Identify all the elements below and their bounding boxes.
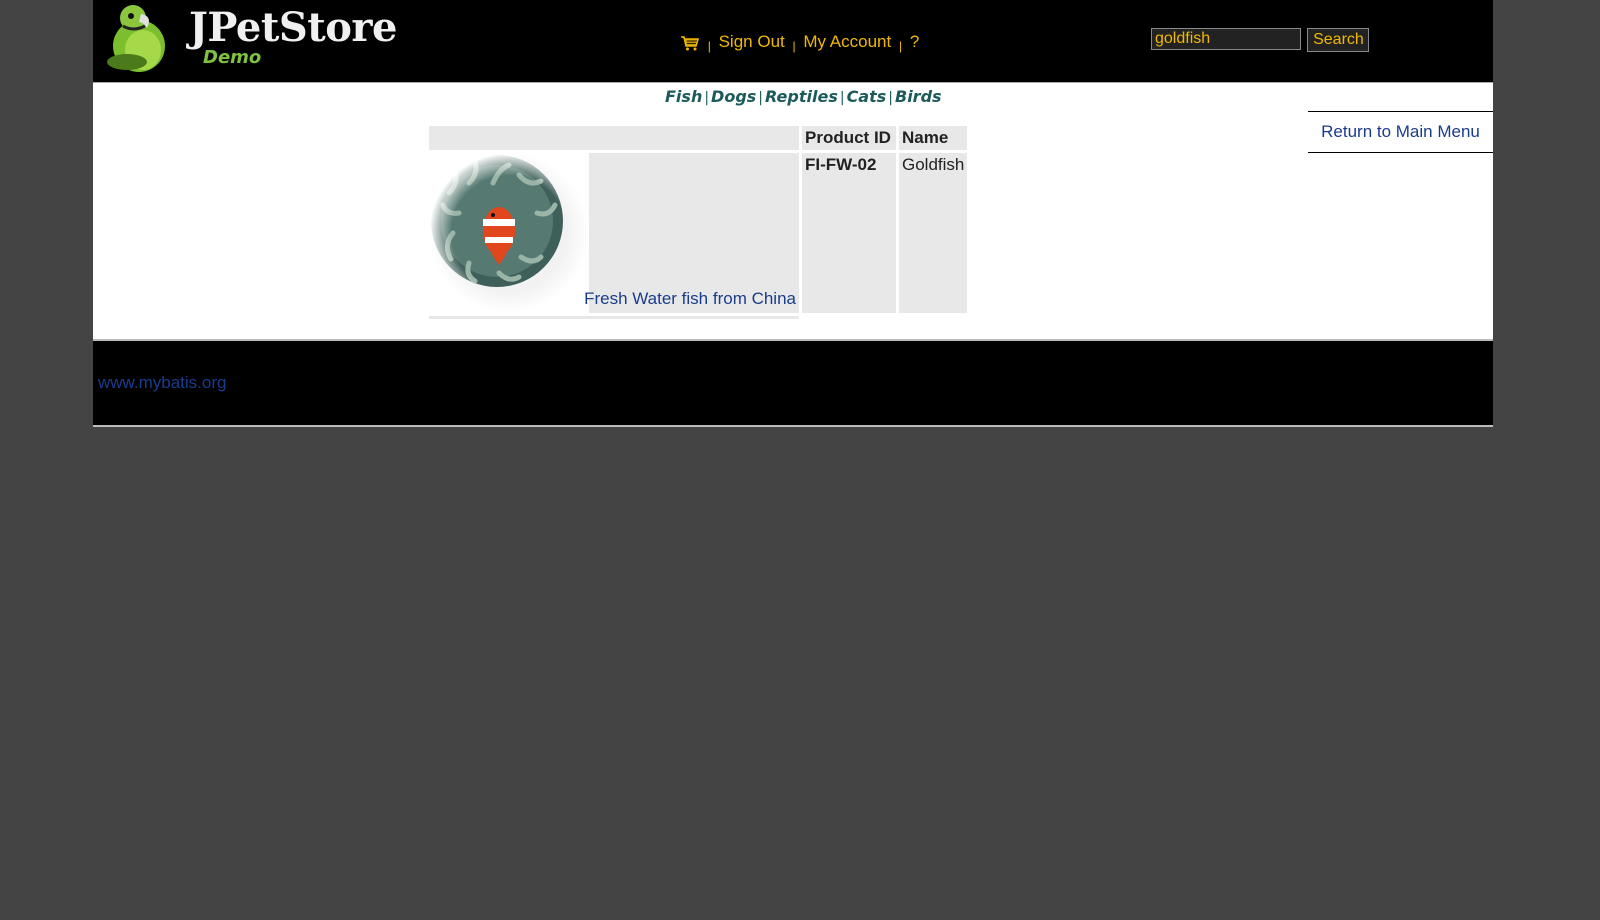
category-quick-links: Fish | Dogs | Reptiles | Cats | Birds	[665, 87, 942, 106]
help-link[interactable]: ?	[910, 32, 919, 51]
clownfish-image	[429, 153, 589, 313]
parrot-logo-icon	[107, 5, 165, 72]
return-to-main-menu-link[interactable]: Return to Main Menu	[1321, 122, 1480, 141]
shopping-cart-icon[interactable]	[680, 35, 700, 51]
table-header-row: Product ID Name	[429, 126, 968, 150]
column-header-name: Name	[899, 126, 968, 150]
search-input[interactable]	[1151, 28, 1301, 50]
table-row: Fresh Water fish from China FI-FW-02 Gol…	[429, 153, 968, 313]
table-spacer-row	[429, 316, 967, 319]
quicklink-fish[interactable]: Fish	[665, 87, 702, 106]
quicklink-separator: |	[704, 90, 710, 106]
header: JPetStore Demo | Sign Out | My Account |…	[93, 0, 1493, 83]
quicklink-cats[interactable]: Cats	[847, 87, 887, 106]
description-cell: Fresh Water fish from China	[429, 153, 799, 313]
footer: www.mybatis.org	[93, 339, 1493, 427]
quicklink-reptiles[interactable]: Reptiles	[765, 87, 838, 106]
mybatis-link[interactable]: www.mybatis.org	[98, 373, 226, 393]
logo[interactable]: JPetStore Demo	[103, 2, 397, 74]
header-menu: | Sign Out | My Account | ?	[680, 32, 919, 56]
product-description-link[interactable]: Fresh Water fish from China	[584, 289, 796, 309]
search-form: Search	[1151, 28, 1370, 52]
menu-separator: |	[898, 39, 903, 53]
logo-subtitle: Demo	[203, 47, 262, 68]
quicklink-separator: |	[839, 90, 845, 106]
spacer-cell	[429, 316, 799, 319]
product-table: Product ID Name Fresh Water fish from Ch…	[426, 123, 970, 322]
column-header-product-id: Product ID	[802, 126, 896, 150]
my-account-link[interactable]: My Account	[803, 32, 891, 51]
product-name-cell: Goldfish	[899, 153, 968, 313]
quicklink-birds[interactable]: Birds	[895, 87, 942, 106]
column-header-description	[429, 126, 799, 150]
back-link-box: Return to Main Menu	[1308, 111, 1493, 153]
quicklink-separator: |	[888, 90, 893, 106]
search-button[interactable]: Search	[1307, 28, 1370, 52]
menu-separator: |	[707, 39, 711, 53]
product-id-cell: FI-FW-02	[802, 153, 896, 313]
quicklink-separator: |	[758, 90, 764, 106]
menu-separator: |	[792, 39, 796, 53]
logo-title: JPetStore	[189, 4, 397, 51]
quicklink-dogs[interactable]: Dogs	[711, 87, 756, 106]
main-content: Fish | Dogs | Reptiles | Cats | Birds Return to …	[93, 83, 1493, 339]
page-wrapper: JPetStore Demo | Sign Out | My Account |…	[93, 0, 1493, 427]
sign-out-link[interactable]: Sign Out	[719, 32, 785, 51]
